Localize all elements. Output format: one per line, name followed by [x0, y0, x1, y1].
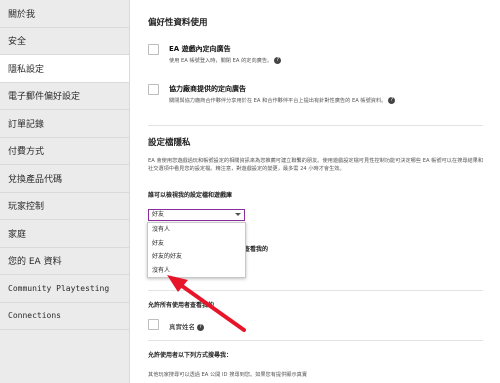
sidebar-item-label: 玩家控制	[8, 202, 45, 213]
chevron-down-icon	[235, 213, 241, 216]
ingame-ads-desc: 使用 EA 帳號登入時，關閉 EA 的定向廣告。	[169, 58, 273, 64]
sidebar-item-payment-methods[interactable]: 付費方式	[0, 138, 129, 165]
dropdown-option-friends-of-friends[interactable]: 好友的好友	[148, 250, 245, 264]
search-description: 其他玩家搜尋可以透過 EA 公開 ID 搜尋到您。如果您有提供顯示真實	[148, 372, 308, 378]
sidebar-item-family[interactable]: 家庭	[0, 220, 129, 248]
real-name-checkbox[interactable]	[148, 319, 159, 330]
section-divider	[148, 125, 483, 126]
sidebar-item-your-ea-data[interactable]: 您的 EA 資料	[0, 248, 129, 275]
sidebar-item-label: 您的 EA 資料	[8, 257, 62, 268]
sidebar-item-privacy[interactable]: 隱私設定	[0, 55, 137, 83]
sidebar-item-label: 兌換產品代碼	[8, 174, 63, 185]
sidebar-item-label: 安全	[8, 37, 27, 48]
sidebar-item-label: Connections	[8, 311, 61, 321]
sidebar-item-label: 付費方式	[8, 147, 45, 158]
select-value: 好友	[152, 211, 165, 218]
who-can-see-label: 誰可以檢視我的設定檔和遊戲庫	[148, 192, 233, 199]
visibility-section-title: 設定檔隱私	[148, 138, 191, 148]
third-party-ads-checkbox[interactable]	[148, 84, 159, 95]
ingame-ads-title: EA 遊戲內定向廣告	[169, 45, 231, 53]
dropdown-option-nobody-2[interactable]: 沒有人	[148, 264, 245, 278]
allow-all-label: 允許所有使用者查看我的	[148, 302, 215, 309]
help-icon[interactable]: ?	[388, 97, 396, 104]
real-name-label: 真實姓名	[169, 323, 195, 331]
third-party-ads-option: 協力廠商提供的定向廣告 關閉與協力廠商合作夥伴分享用於在 EA 和合作夥伴平台上…	[148, 84, 396, 104]
sidebar-item-redeem-code[interactable]: 兌換產品代碼	[0, 165, 129, 193]
sidebar-item-label: 家庭	[8, 229, 27, 240]
partially-hidden-label: 查看我的	[244, 246, 269, 253]
sidebar-item-about-me[interactable]: 關於我	[0, 0, 129, 28]
help-icon[interactable]: ?	[197, 323, 204, 331]
real-name-option: 真實姓名?	[148, 319, 204, 331]
sidebar-item-label: 電子郵件偏好設定	[8, 92, 81, 103]
third-party-ads-desc: 關閉與協力廠商合作夥伴分享用於在 EA 和合作夥伴平台上提出有針對性廣告的 EA…	[169, 98, 387, 104]
sidebar-item-connections[interactable]: Connections	[0, 303, 129, 330]
sidebar-item-label: 訂單記錄	[8, 119, 45, 130]
preferences-section-title: 偏好性資料使用	[148, 18, 208, 28]
section-divider	[148, 340, 483, 341]
sidebar-item-label: 隱私設定	[8, 64, 45, 75]
help-icon[interactable]: ?	[274, 57, 282, 64]
sidebar-item-security[interactable]: 安全	[0, 28, 129, 55]
sidebar-item-email-preferences[interactable]: 電子郵件偏好設定	[0, 83, 129, 110]
sidebar-item-label: 關於我	[8, 9, 36, 20]
visibility-description: EA 會使用您遊戲過玩和帳號設定的相關資訊來為您推薦可建立聯繫的朋友。使用遊戲設…	[148, 158, 484, 172]
sidebar-item-community-playtesting[interactable]: Community Playtesting	[0, 275, 129, 303]
sidebar-item-label: Community Playtesting	[8, 283, 110, 293]
sidebar-item-player-controls[interactable]: 玩家控制	[0, 193, 129, 220]
third-party-ads-title: 協力廠商提供的定向廣告	[169, 85, 246, 93]
visibility-dropdown-menu: 沒有人 好友 好友的好友 沒有人	[147, 222, 246, 278]
sidebar-item-order-history[interactable]: 訂單記錄	[0, 110, 129, 138]
dropdown-option-friends[interactable]: 好友	[148, 237, 245, 251]
settings-sidebar: 關於我 安全 隱私設定 電子郵件偏好設定 訂單記錄 付費方式 兌換產品代碼 玩家…	[0, 0, 137, 383]
allow-find-label: 允許使用者以下列方式搜尋我：	[148, 352, 233, 359]
section-divider	[148, 290, 483, 291]
ingame-ads-option: EA 遊戲內定向廣告 使用 EA 帳號登入時，關閉 EA 的定向廣告。?	[148, 44, 282, 64]
privacy-settings-panel: 偏好性資料使用 EA 遊戲內定向廣告 使用 EA 帳號登入時，關閉 EA 的定向…	[131, 0, 500, 383]
dropdown-option-nobody[interactable]: 沒有人	[148, 223, 245, 237]
ingame-ads-checkbox[interactable]	[148, 44, 159, 55]
profile-visibility-select[interactable]: 好友	[148, 209, 245, 221]
